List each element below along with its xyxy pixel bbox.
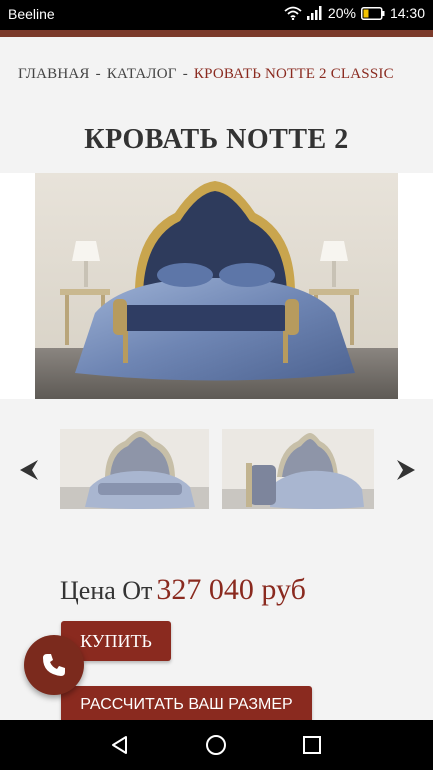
phone-icon: [43, 654, 65, 676]
breadcrumb: ГЛАВНАЯ - КАТАЛОГ - КРОВАТЬ NOTTE 2 CLASSIC: [18, 66, 418, 82]
recent-apps-icon[interactable]: [300, 733, 324, 757]
breadcrumb-current: КРОВАТЬ NOTTE 2 CLASSIC: [193, 66, 394, 82]
battery-percent: 20%: [327, 5, 356, 21]
breadcrumb-home-link[interactable]: ГЛАВНАЯ: [18, 66, 90, 82]
bed-thumbnail-front[interactable]: [60, 429, 209, 509]
bed-thumbnail-side[interactable]: [222, 429, 374, 509]
calculate-size-button[interactable]: РАССЧИТАТЬ ВАШ РАЗМЕР: [61, 686, 312, 724]
breadcrumb-separator: -: [182, 66, 188, 82]
status-bar: Beeline 20% 14:30: [0, 0, 433, 30]
carrier-name: Beeline: [8, 6, 55, 22]
signal-icon: [306, 6, 323, 20]
main-image-area: [0, 173, 433, 399]
page-title: КРОВАТЬ NOTTE 2: [84, 124, 349, 155]
arrow-left-icon[interactable]: [18, 458, 40, 482]
wifi-icon: [284, 6, 302, 20]
bed-photo[interactable]: [35, 173, 398, 399]
home-icon[interactable]: [204, 733, 228, 757]
price: Цена От 327 040 руб: [60, 573, 306, 607]
breadcrumb-catalog-link[interactable]: КАТАЛОГ: [107, 66, 177, 82]
call-button[interactable]: [24, 635, 84, 695]
battery-icon: [360, 6, 385, 20]
price-label: Цена От: [60, 576, 153, 605]
price-value: 327 040 руб: [156, 573, 306, 606]
header-accent-bar: [0, 30, 433, 37]
thumbnail-carousel: [0, 420, 433, 520]
arrow-right-icon[interactable]: [395, 458, 417, 482]
breadcrumb-separator: -: [95, 66, 101, 82]
system-nav-bar: [0, 720, 433, 770]
back-icon[interactable]: [108, 733, 132, 757]
clock: 14:30: [389, 5, 425, 21]
